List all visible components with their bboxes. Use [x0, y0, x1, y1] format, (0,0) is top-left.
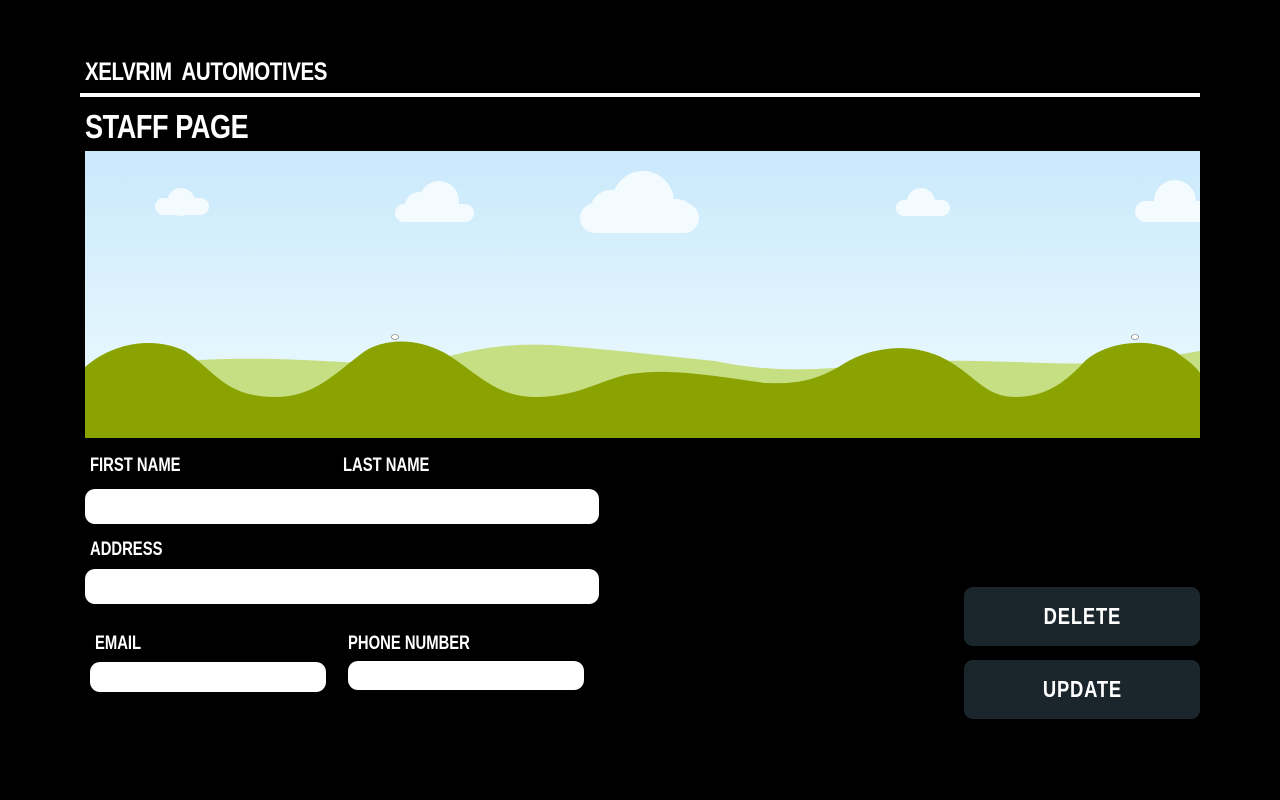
brand-title: XELVRIM AUTOMOTIVES [85, 58, 328, 86]
address-label: ADDRESS [90, 539, 163, 560]
landscape-illustration [85, 151, 1200, 438]
header-divider [80, 93, 1200, 97]
email-label: EMAIL [95, 633, 142, 654]
page-title: STAFF PAGE [85, 108, 249, 145]
first-name-label: FIRST NAME [90, 455, 181, 476]
landscape-banner [85, 151, 1200, 438]
delete-button-label: DELETE [1043, 603, 1121, 629]
delete-button[interactable]: DELETE [964, 587, 1200, 646]
name-input[interactable] [85, 489, 599, 524]
update-button-label: UPDATE [1042, 676, 1122, 702]
last-name-label: LAST NAME [343, 455, 430, 476]
email-input[interactable] [90, 662, 326, 692]
update-button[interactable]: UPDATE [964, 660, 1200, 719]
phone-number-label: PHONE NUMBER [348, 633, 470, 654]
address-input[interactable] [85, 569, 599, 604]
phone-number-input[interactable] [348, 661, 584, 690]
